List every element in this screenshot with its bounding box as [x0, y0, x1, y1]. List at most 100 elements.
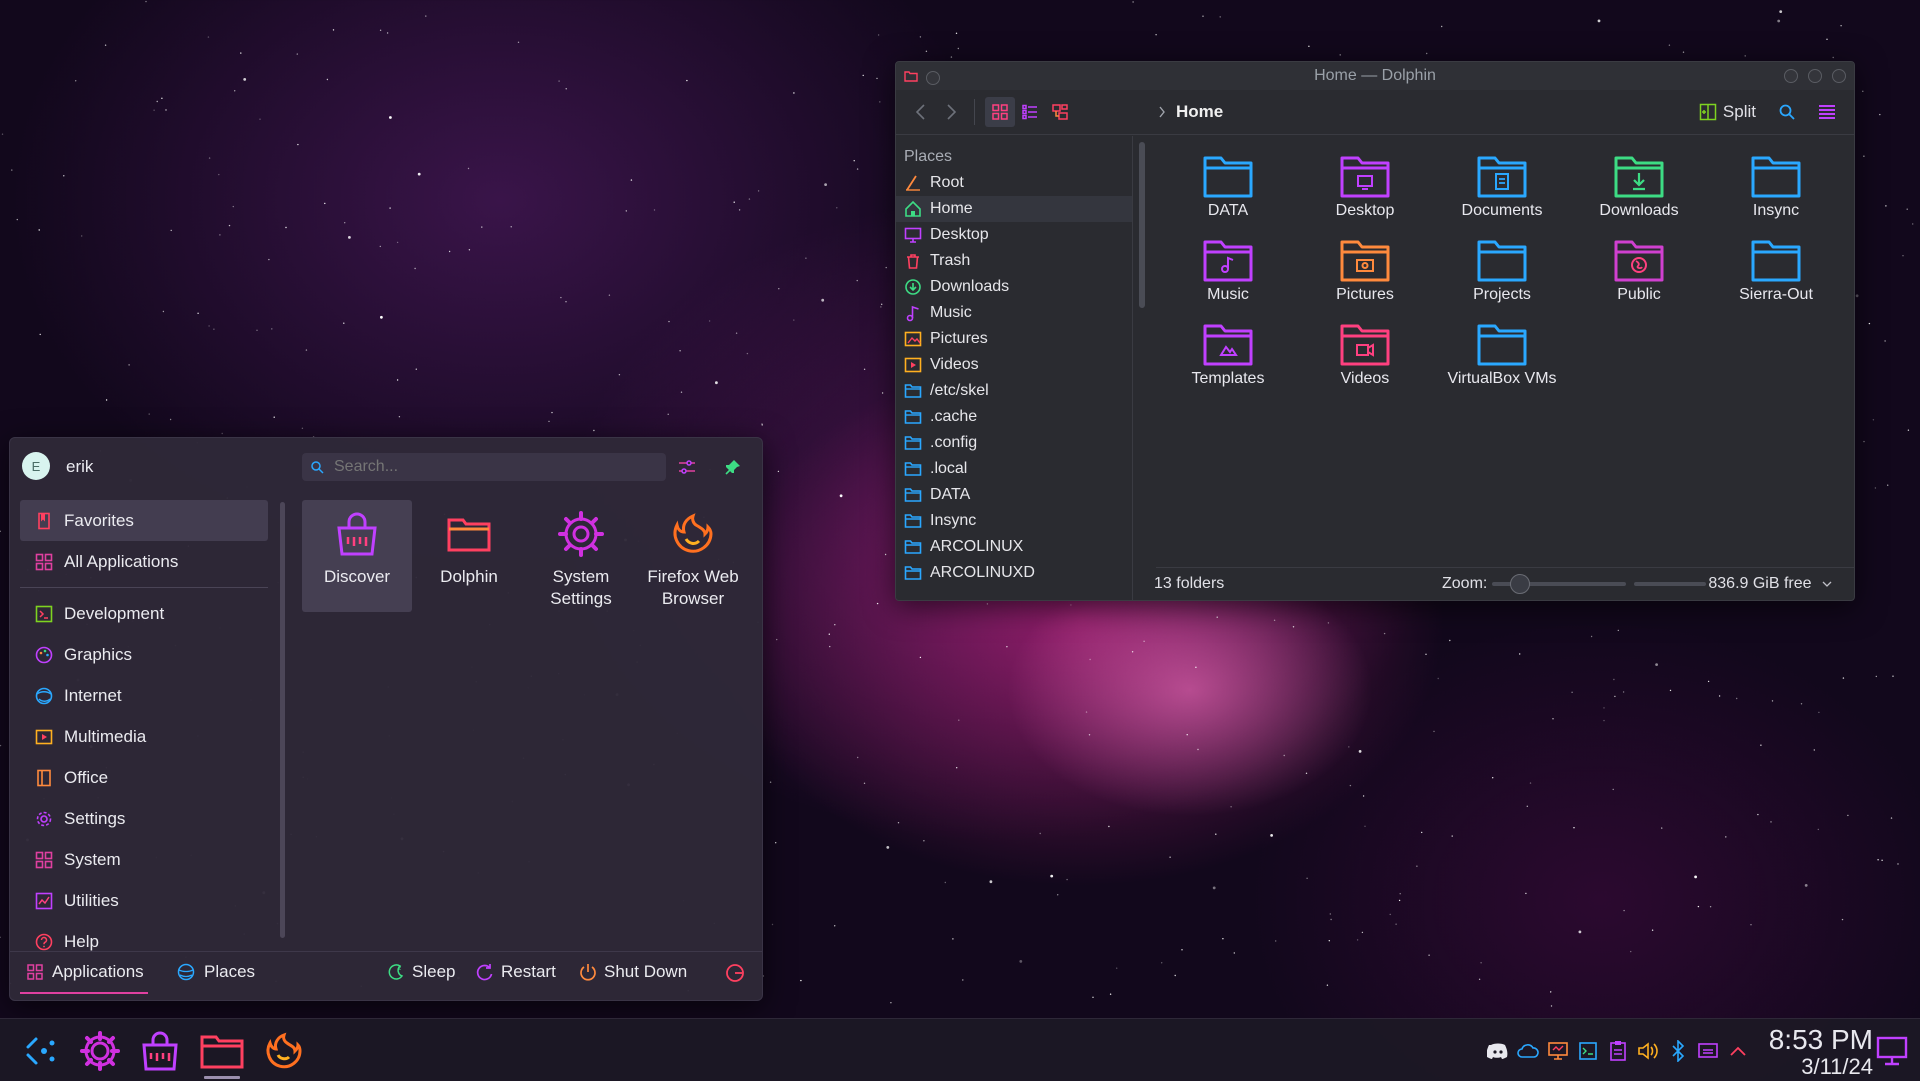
split-button[interactable]: Split — [1693, 98, 1762, 126]
place-item[interactable]: ARCOLINUXD — [896, 560, 1132, 586]
restart-button[interactable]: Restart — [475, 962, 556, 982]
tab-places[interactable]: Places — [176, 962, 255, 982]
folder-label: Insync — [1752, 202, 1800, 219]
avatar[interactable]: E — [22, 452, 50, 480]
category-item-settings[interactable]: Settings — [20, 798, 268, 839]
place-item[interactable]: /etc/skel — [896, 378, 1132, 404]
category-item-utilities[interactable]: Utilities — [20, 880, 268, 921]
category-item-system[interactable]: System — [20, 839, 268, 880]
favorite-app[interactable]: Firefox Web Browser — [638, 500, 748, 612]
pin-button[interactable] — [720, 454, 746, 480]
details-view-button[interactable] — [1015, 97, 1045, 127]
folder-item[interactable]: VirtualBox VMs — [1442, 312, 1562, 388]
place-item[interactable]: Downloads — [896, 274, 1132, 300]
folder-item[interactable]: Music — [1168, 228, 1288, 304]
folder-item[interactable]: Public — [1579, 228, 1699, 304]
favorite-app[interactable]: Discover — [302, 500, 412, 612]
folder-item[interactable]: DATA — [1168, 144, 1288, 220]
close-button[interactable] — [1832, 69, 1846, 83]
category-item-favorites[interactable]: Favorites — [20, 500, 268, 541]
network-icon[interactable] — [1696, 1039, 1720, 1063]
app-launcher-icon — [26, 1037, 55, 1065]
taskbar-firefox[interactable] — [260, 1027, 308, 1075]
show-desktop-button[interactable] — [1868, 1027, 1916, 1075]
search-box[interactable] — [302, 453, 666, 481]
search-input[interactable] — [332, 457, 636, 477]
discord-icon[interactable] — [1486, 1039, 1510, 1063]
folder-item[interactable]: Insync — [1716, 144, 1836, 220]
place-item[interactable]: .cache — [896, 404, 1132, 430]
search-button[interactable] — [1772, 97, 1802, 127]
sleep-button[interactable]: z Sleep — [386, 962, 455, 982]
taskbar-dolphin[interactable] — [198, 1027, 246, 1079]
folder-item[interactable]: Desktop — [1305, 144, 1425, 220]
dolphin-titlebar[interactable]: Home — Dolphin — [896, 62, 1854, 90]
app-launcher-button[interactable] — [16, 1027, 64, 1075]
breadcrumb[interactable]: Home — [1158, 102, 1223, 122]
folder-downloads-icon — [1579, 144, 1699, 200]
volume-icon[interactable] — [1636, 1039, 1660, 1063]
place-item[interactable]: .local — [896, 456, 1132, 482]
compact-view-button[interactable] — [1045, 97, 1075, 127]
folder-item[interactable]: Downloads — [1579, 144, 1699, 220]
folder-item[interactable]: Sierra-Out — [1716, 228, 1836, 304]
minimize-button[interactable] — [1784, 69, 1798, 83]
forward-button[interactable] — [936, 97, 966, 127]
taskbar-discover[interactable] — [136, 1027, 184, 1075]
breadcrumb-home[interactable]: Home — [1176, 102, 1223, 122]
shutdown-button[interactable]: Shut Down — [578, 962, 687, 982]
folder-item[interactable]: Videos — [1305, 312, 1425, 388]
folder-label: Desktop — [1335, 202, 1395, 219]
session-menu-button[interactable] — [724, 962, 746, 984]
place-item[interactable]: ARCOLINUX — [896, 534, 1132, 560]
configure-button[interactable] — [674, 454, 700, 480]
taskbar-system-settings[interactable] — [76, 1027, 124, 1075]
system-tray — [1486, 1039, 1750, 1063]
place-item[interactable]: Home — [896, 196, 1132, 222]
place-item[interactable]: Root — [896, 170, 1132, 196]
category-item-multimedia[interactable]: Multimedia — [20, 716, 268, 757]
clipboard-icon[interactable] — [1606, 1039, 1630, 1063]
bluetooth-icon[interactable] — [1666, 1039, 1690, 1063]
music-icon — [904, 304, 922, 322]
place-item[interactable]: Videos — [896, 352, 1132, 378]
category-item-graphics[interactable]: Graphics — [20, 634, 268, 675]
place-item[interactable]: Pictures — [896, 326, 1132, 352]
places-scrollbar[interactable] — [1139, 142, 1145, 308]
category-scrollbar[interactable] — [280, 502, 285, 938]
back-button[interactable] — [906, 97, 936, 127]
display-icon[interactable] — [1546, 1039, 1570, 1063]
icons-view-button[interactable] — [985, 97, 1015, 127]
terminal-icon[interactable] — [1576, 1039, 1600, 1063]
category-item-development[interactable]: Development — [20, 593, 268, 634]
configure-icon — [679, 460, 695, 474]
category-list: Favorites All Applications Development Grap… — [20, 500, 268, 962]
keep-above-button[interactable] — [926, 71, 940, 85]
place-item[interactable]: Insync — [896, 508, 1132, 534]
tab-applications[interactable]: Applications — [20, 962, 148, 994]
folder-label: Downloads — [1599, 202, 1679, 219]
zoom-slider-handle[interactable] — [1510, 574, 1530, 594]
places-icon — [177, 963, 195, 981]
category-item-internet[interactable]: Internet — [20, 675, 268, 716]
place-item[interactable]: Desktop — [896, 222, 1132, 248]
place-item[interactable]: Music — [896, 300, 1132, 326]
cloud-icon[interactable] — [1516, 1039, 1540, 1063]
folder-label: Videos — [1340, 370, 1390, 387]
folder-item[interactable]: Projects — [1442, 228, 1562, 304]
hamburger-menu-button[interactable] — [1812, 97, 1842, 127]
maximize-button[interactable] — [1808, 69, 1822, 83]
folder-item[interactable]: Templates — [1168, 312, 1288, 388]
folder-item[interactable]: Documents — [1442, 144, 1562, 220]
favorite-app[interactable]: Dolphin — [414, 500, 524, 612]
place-item[interactable]: Trash — [896, 248, 1132, 274]
folder-item[interactable]: Pictures — [1305, 228, 1425, 304]
favorite-app[interactable]: System Settings — [526, 500, 636, 612]
expand-icon[interactable] — [1726, 1039, 1750, 1063]
free-space-label[interactable]: 836.9 GiB free — [1708, 575, 1832, 593]
clock[interactable]: 8:53 PM 3/11/24 — [1755, 1025, 1873, 1079]
category-item-office[interactable]: Office — [20, 757, 268, 798]
category-item-all-applications[interactable]: All Applications — [20, 541, 268, 582]
place-item[interactable]: DATA — [896, 482, 1132, 508]
place-item[interactable]: .config — [896, 430, 1132, 456]
